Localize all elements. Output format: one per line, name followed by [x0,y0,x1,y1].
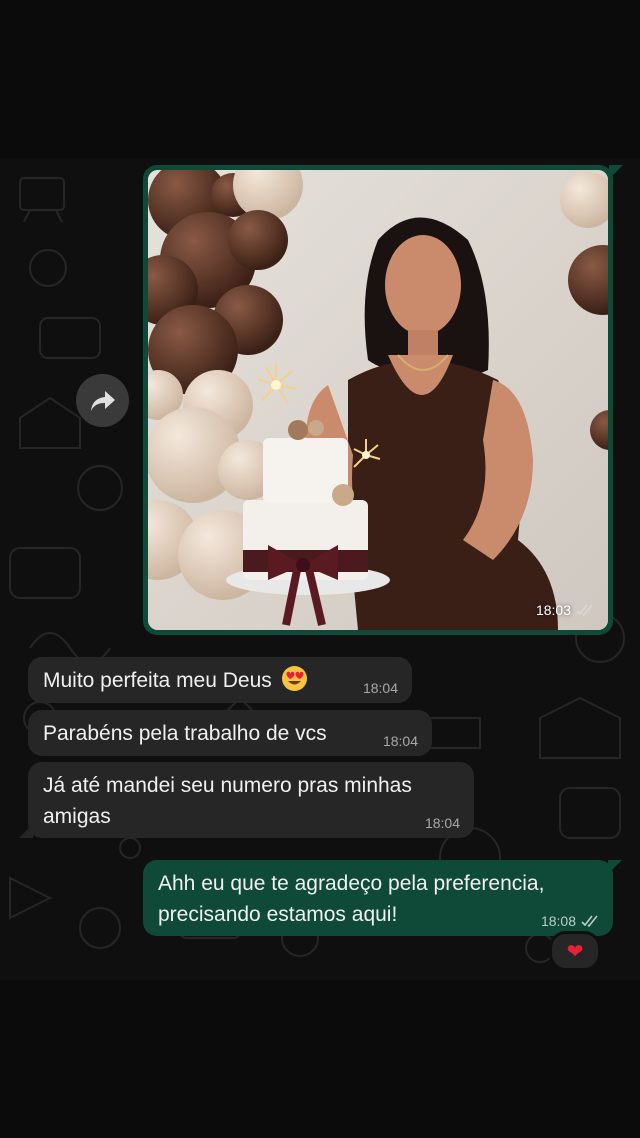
read-ticks-icon [581,915,598,927]
read-ticks-icon [576,604,593,616]
message-text: Parabéns pela trabalho de vcs [43,722,327,745]
heart-icon: ❤ [566,940,584,963]
message-text: Muito perfeita meu Deus [43,669,272,692]
image-timestamp: 18:03 [536,602,594,618]
forward-arrow-icon [90,390,115,411]
forward-button[interactable] [76,374,129,427]
incoming-message[interactable]: Já até mandei seu numero pras minhas ami… [19,762,474,838]
image-message-bubble[interactable]: 18:03 [143,165,623,635]
bubble-tail [19,824,33,838]
message-timestamp: 18:04 [424,815,460,831]
heart-eyes-emoji [281,666,307,691]
message-timestamp: 18:04 [382,733,418,749]
photo-illustration [148,170,608,630]
message-text: Ahh eu que te agradeço pela preferencia,… [158,872,545,926]
bubble-tail [609,165,623,179]
message-timestamp: 18:08 [541,914,599,928]
heart-reaction[interactable]: ❤ [549,931,601,971]
bubble-tail [608,860,622,874]
message-text: Já até mandei seu numero pras minhas ami… [43,774,412,828]
message-timestamp: 18:04 [362,680,398,696]
cake-photo[interactable]: 18:03 [148,170,608,630]
incoming-message[interactable]: Parabéns pela trabalho de vcs 18:04 [28,710,432,756]
outgoing-message[interactable]: Ahh eu que te agradeço pela preferencia,… [143,860,622,936]
incoming-message[interactable]: Muito perfeita meu Deus 18:04 [28,657,412,703]
